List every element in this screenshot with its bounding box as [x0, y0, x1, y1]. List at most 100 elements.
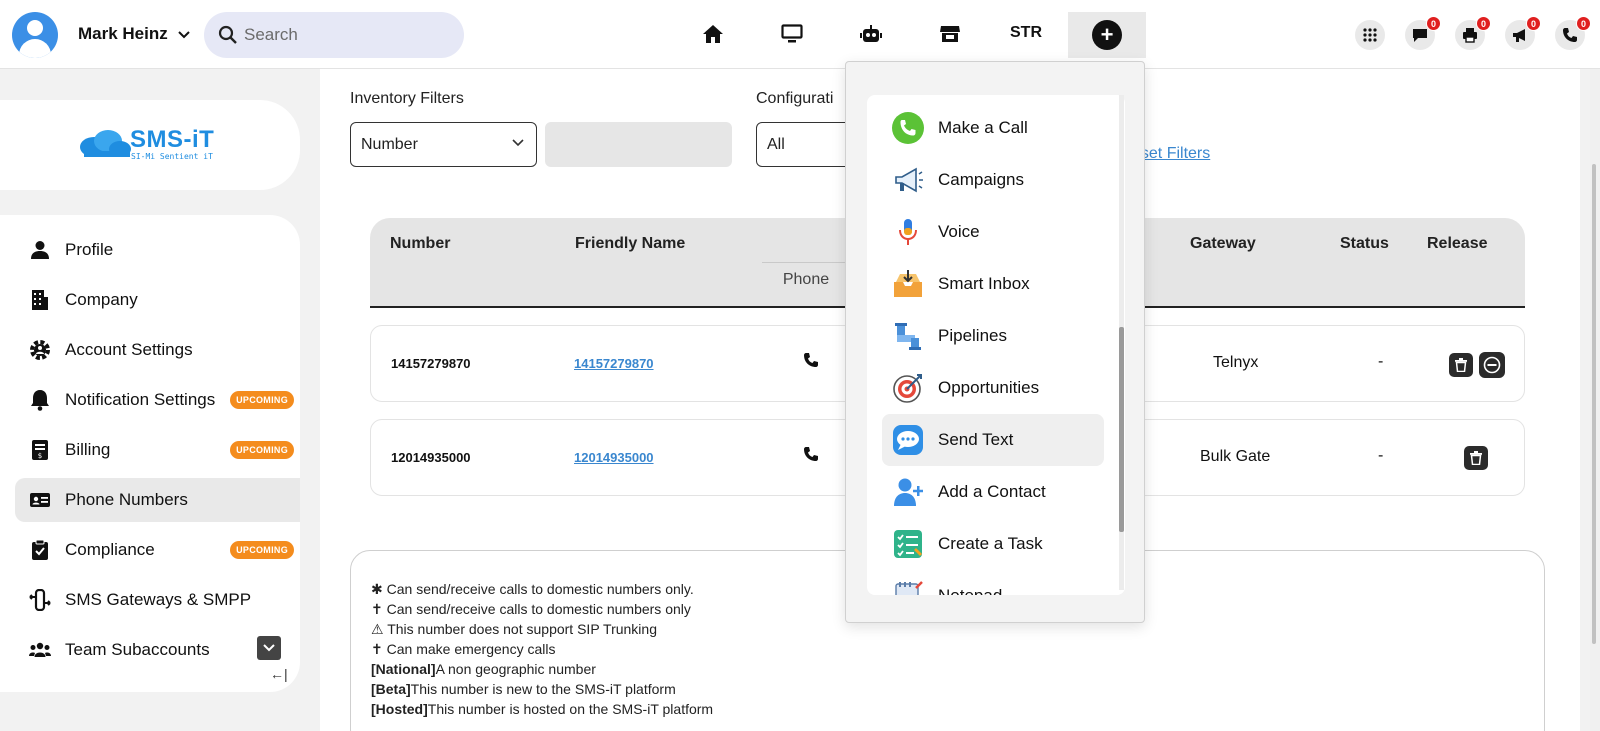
- top-bar: Mark Heinz STR + 0 0 0 0: [0, 0, 1600, 69]
- sidebar-item-compliance[interactable]: Compliance UPCOMING: [15, 528, 300, 572]
- store-icon[interactable]: [930, 14, 970, 54]
- menu-item-make-a-call[interactable]: Make a Call: [882, 102, 1104, 154]
- sidebar-item-label: Company: [65, 290, 138, 309]
- column-header-number[interactable]: Number: [390, 235, 450, 253]
- menu-item-add-a-contact[interactable]: Add a Contact: [882, 466, 1104, 518]
- menu-item-create-a-task[interactable]: Create a Task: [882, 518, 1104, 570]
- column-header-status[interactable]: Status: [1340, 235, 1389, 253]
- quick-add-menu: Make a Call Campaigns Voice Smart Inbox …: [845, 61, 1145, 623]
- inventory-filter-select[interactable]: Number: [350, 122, 537, 167]
- phone-call-icon: [891, 111, 925, 145]
- configuration-filter-label: Configurati: [756, 90, 834, 107]
- notepad-icon: [891, 579, 925, 595]
- pipeline-icon: [891, 319, 925, 353]
- sidebar-item-sms-gateways[interactable]: SMS Gateways & SMPP: [15, 578, 300, 622]
- inventory-filter-input[interactable]: [545, 122, 732, 167]
- menu-item-label: Notepad: [938, 586, 1002, 595]
- legend-item: ✝ Can make emergency calls: [371, 641, 556, 657]
- user-avatar[interactable]: [12, 12, 58, 58]
- gear-user-icon: [29, 339, 51, 361]
- home-icon[interactable]: [693, 14, 733, 54]
- chat-badge: 0: [1426, 16, 1441, 31]
- menu-item-opportunities[interactable]: Opportunities: [882, 362, 1104, 414]
- user-name[interactable]: Mark Heinz: [78, 24, 168, 44]
- main-scrollbar[interactable]: [1590, 69, 1600, 731]
- sidebar-item-label: SMS Gateways & SMPP: [65, 590, 252, 609]
- row-status: -: [1378, 447, 1384, 464]
- configuration-filter-select[interactable]: All: [756, 122, 856, 167]
- legend-item: [Hosted]This number is hosted on the SMS…: [371, 701, 714, 717]
- sidebar-scroll-down-button[interactable]: [257, 636, 281, 660]
- menu-item-label: Send Text: [938, 430, 1014, 449]
- user-icon: [29, 239, 51, 261]
- configuration-filter-value: All: [767, 136, 785, 153]
- legend-item: ⚠ This number does not support SIP Trunk…: [371, 621, 657, 637]
- menu-item-label: Campaigns: [938, 170, 1024, 189]
- logo-text: SMS-iT: [130, 126, 215, 153]
- sidebar-item-label: Team Subaccounts: [65, 640, 210, 659]
- row-status: -: [1378, 353, 1384, 370]
- sidebar-item-label: Notification Settings: [65, 390, 216, 409]
- id-card-icon: [29, 489, 51, 511]
- chevron-down-icon: [263, 644, 275, 652]
- trash-icon: [1455, 358, 1467, 372]
- delete-number-button[interactable]: [1464, 446, 1488, 470]
- search-input[interactable]: [244, 20, 454, 50]
- menu-item-label: Voice: [938, 222, 980, 241]
- chevron-down-icon[interactable]: [176, 26, 192, 42]
- column-header-gateway[interactable]: Gateway: [1190, 235, 1256, 253]
- row-friendly-name-link[interactable]: 12014935000: [574, 450, 654, 465]
- search-bar: [204, 12, 464, 58]
- sidebar-item-label: Billing: [65, 440, 111, 459]
- megaphone-icon[interactable]: 0: [1505, 16, 1541, 50]
- quick-add-button[interactable]: +: [1068, 12, 1146, 58]
- column-header-friendly-name[interactable]: Friendly Name: [575, 235, 685, 253]
- phone-icon[interactable]: 0: [1555, 16, 1591, 50]
- quick-add-menu-scrollbar[interactable]: [1119, 95, 1124, 590]
- megaphone-icon: [891, 163, 925, 197]
- sidebar-item-account-settings[interactable]: Account Settings: [15, 328, 300, 372]
- delete-number-button[interactable]: [1449, 353, 1473, 377]
- trash-icon: [1470, 451, 1482, 465]
- column-header-release[interactable]: Release: [1427, 235, 1488, 253]
- row-friendly-name-link[interactable]: 14157279870: [574, 356, 654, 371]
- sidebar-item-notification-settings[interactable]: Notification Settings UPCOMING: [15, 378, 300, 422]
- menu-item-pipelines[interactable]: Pipelines: [882, 310, 1104, 362]
- bell-icon: [29, 389, 51, 411]
- row-gateway: Telnyx: [1213, 354, 1259, 371]
- clipboard-check-icon: [29, 539, 51, 561]
- legend-item: ✝ Can send/receive calls to domestic num…: [371, 601, 691, 617]
- menu-item-notepad[interactable]: Notepad: [882, 570, 1104, 595]
- row-number: 14157279870: [391, 356, 471, 371]
- team-icon: [29, 639, 51, 661]
- chat-icon[interactable]: 0: [1405, 16, 1441, 50]
- megaphone-badge: 0: [1526, 16, 1541, 31]
- upcoming-badge: UPCOMING: [230, 441, 294, 459]
- printer-icon[interactable]: 0: [1455, 16, 1491, 50]
- collapse-sidebar-button[interactable]: ←|: [270, 666, 288, 682]
- sidebar-item-profile[interactable]: Profile: [15, 228, 300, 272]
- plus-icon: +: [1092, 20, 1122, 50]
- release-number-button[interactable]: [1479, 352, 1505, 378]
- apps-grid-icon[interactable]: [1355, 20, 1385, 50]
- robot-icon[interactable]: [851, 14, 891, 54]
- building-icon: [29, 289, 51, 311]
- minus-circle-icon: [1483, 356, 1501, 374]
- monitor-icon[interactable]: [772, 14, 812, 54]
- menu-item-label: Opportunities: [938, 378, 1040, 397]
- sidebar-item-label: Phone Numbers: [65, 490, 188, 509]
- gateway-icon: [29, 589, 51, 611]
- menu-item-smart-inbox[interactable]: Smart Inbox: [882, 258, 1104, 310]
- menu-item-campaigns[interactable]: Campaigns: [882, 154, 1104, 206]
- logo-card: SMS-iT SI-Mi Sentient iT: [0, 100, 300, 190]
- sidebar-item-phone-numbers[interactable]: Phone Numbers: [15, 478, 300, 522]
- menu-item-voice[interactable]: Voice: [882, 206, 1104, 258]
- sidebar-item-label: Profile: [65, 240, 114, 259]
- str-button[interactable]: STR: [1010, 24, 1042, 42]
- logo-cloud-icon: [80, 130, 131, 157]
- inventory-filters-label: Inventory Filters: [350, 90, 464, 107]
- menu-item-send-text[interactable]: Send Text: [882, 414, 1104, 466]
- sidebar-item-company[interactable]: Company: [15, 278, 300, 322]
- sidebar-item-billing[interactable]: $ Billing UPCOMING: [15, 428, 300, 472]
- printer-badge: 0: [1476, 16, 1491, 31]
